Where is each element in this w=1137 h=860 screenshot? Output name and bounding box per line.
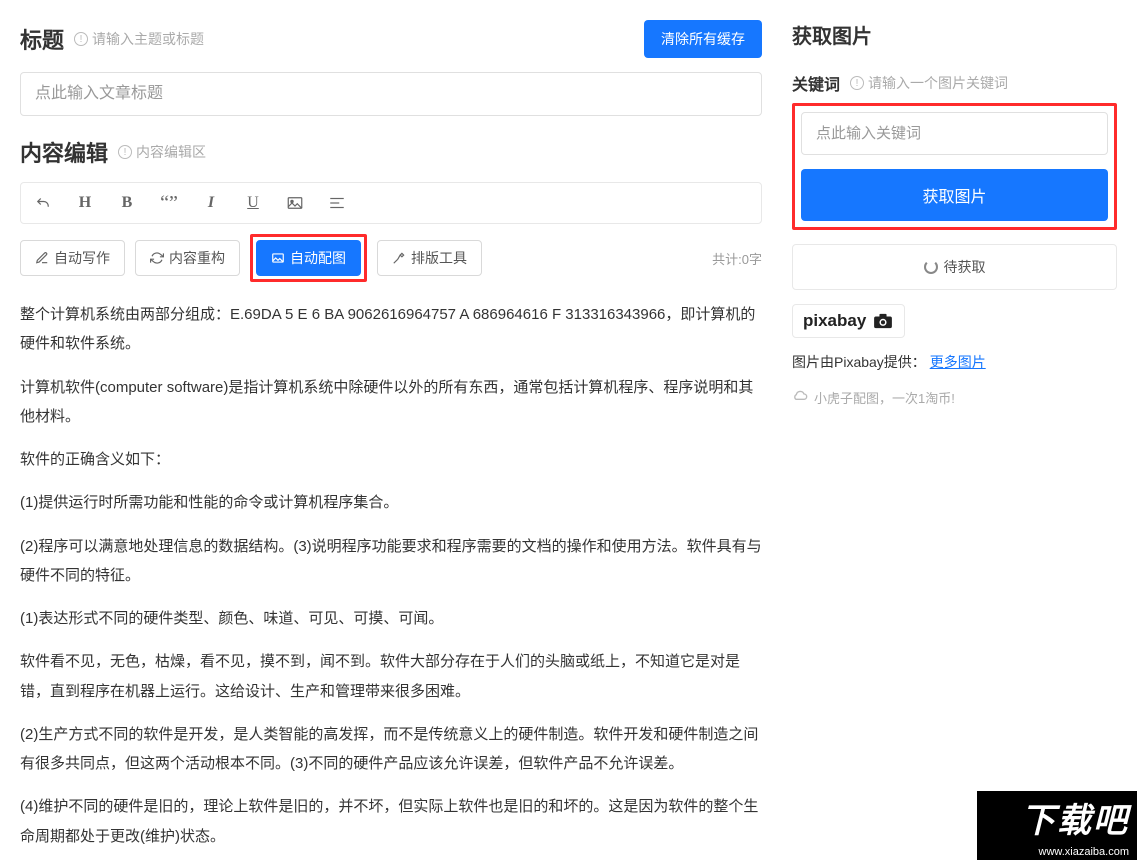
info-icon: ! [74, 32, 88, 46]
highlight-auto-image: 自动配图 [250, 234, 367, 282]
align-left-icon[interactable] [325, 191, 349, 215]
paragraph: (1)表达形式不同的硬件类型、颜色、味道、可见、可摸、可闻。 [20, 604, 762, 633]
image-small-icon [271, 251, 285, 265]
provided-by-row: 图片由Pixabay提供： 更多图片 [792, 352, 1117, 372]
paragraph: (4)维护不同的硬件是旧的，理论上软件是旧的，并不坏，但实际上软件也是旧的和坏的… [20, 792, 762, 851]
pending-status: 待获取 [792, 244, 1117, 290]
action-row: 自动写作 内容重构 自动配图 排版工具 共计:0字 [20, 234, 762, 282]
highlight-keyword-box: 获取图片 [792, 103, 1117, 230]
quote-icon[interactable]: “” [157, 191, 181, 215]
watermark: 下载吧 www.xiazaiba.com [977, 791, 1137, 860]
paragraph: 整个计算机系统由两部分组成：E.69DA 5 E 6 BA 9062616964… [20, 300, 762, 359]
more-images-link[interactable]: 更多图片 [930, 354, 986, 370]
word-count: 共计:0字 [712, 249, 762, 268]
paragraph: (2)生产方式不同的软件是开发，是人类智能的高发挥，而不是传统意义上的硬件制造。… [20, 720, 762, 779]
keyword-label: 关键词 [792, 71, 840, 95]
article-title-input[interactable] [20, 72, 762, 116]
bold-icon[interactable]: B [115, 191, 139, 215]
editor-toolbar: H B “” I U [20, 182, 762, 224]
keyword-hint: ! 请输入一个图片关键词 [850, 73, 1008, 93]
paragraph: 软件的正确含义如下： [20, 445, 762, 474]
refresh-icon [150, 251, 164, 265]
layout-tool-button[interactable]: 排版工具 [377, 240, 482, 276]
underline-icon[interactable]: U [241, 191, 265, 215]
content-body[interactable]: 整个计算机系统由两部分组成：E.69DA 5 E 6 BA 9062616964… [20, 300, 762, 851]
image-icon[interactable] [283, 191, 307, 215]
info-icon: ! [118, 145, 132, 159]
paragraph: 软件看不见，无色，枯燥，看不见，摸不到，闻不到。软件大部分存在于人们的头脑或纸上… [20, 647, 762, 706]
paragraph: (1)提供运行时所需功能和性能的命令或计算机程序集合。 [20, 488, 762, 517]
fetch-image-button[interactable]: 获取图片 [801, 169, 1108, 221]
title-header: 标题 ! 请输入主题或标题 清除所有缓存 [20, 20, 762, 58]
cost-note: 小虎子配图，一次1淘币! [792, 388, 1117, 407]
italic-icon[interactable]: I [199, 191, 223, 215]
content-title: 内容编辑 [20, 136, 108, 168]
auto-image-button[interactable]: 自动配图 [256, 240, 361, 276]
heading-icon[interactable]: H [73, 191, 97, 215]
pixabay-badge: pixabay [792, 304, 905, 338]
spinner-icon [924, 260, 938, 274]
clear-cache-button[interactable]: 清除所有缓存 [644, 20, 762, 58]
restructure-button[interactable]: 内容重构 [135, 240, 240, 276]
cloud-icon [792, 390, 808, 405]
paragraph: 计算机软件(computer software)是指计算机系统中除硬件以外的所有… [20, 373, 762, 432]
camera-icon [872, 313, 894, 329]
side-title: 获取图片 [792, 20, 1117, 49]
pencil-icon [35, 251, 49, 265]
keyword-input[interactable] [801, 112, 1108, 155]
keyword-label-row: 关键词 ! 请输入一个图片关键词 [792, 71, 1117, 95]
info-icon: ! [850, 76, 864, 90]
content-hint: ! 内容编辑区 [118, 142, 206, 162]
title-label: 标题 [20, 23, 64, 55]
title-hint: ! 请输入主题或标题 [74, 29, 204, 49]
paragraph: (2)程序可以满意地处理信息的数据结构。(3)说明程序功能要求和程序需要的文档的… [20, 532, 762, 591]
tools-icon [392, 251, 406, 265]
undo-icon[interactable] [31, 191, 55, 215]
content-header: 内容编辑 ! 内容编辑区 [20, 136, 762, 168]
auto-write-button[interactable]: 自动写作 [20, 240, 125, 276]
